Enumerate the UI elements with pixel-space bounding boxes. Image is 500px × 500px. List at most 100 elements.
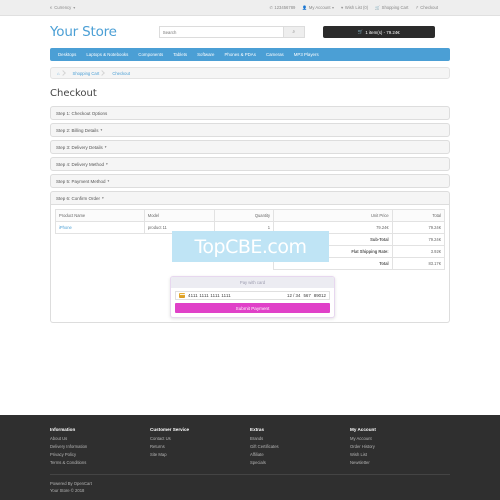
top-link-wish-list[interactable]: ♥ Wish List (0) — [341, 5, 368, 10]
currency-label: Currency — [54, 5, 72, 10]
page-title: Checkout — [50, 88, 97, 99]
footer-link-wish-list[interactable]: Wish List — [350, 452, 450, 457]
top-link-shopping-cart[interactable]: 🛒 Shopping Cart — [375, 5, 408, 10]
nav-item-desktops[interactable]: Desktops — [58, 52, 76, 57]
footer-link-privacy-policy[interactable]: Privacy Policy — [50, 452, 150, 457]
search-button[interactable]: ⌕ — [282, 26, 305, 38]
footer-link-specials[interactable]: Specials — [250, 460, 350, 465]
search-input[interactable] — [158, 26, 283, 38]
product-link[interactable]: iPhone — [59, 225, 72, 230]
col-unit-price: Unit Price — [273, 209, 393, 222]
footer-column-customer-service: Customer Service Contact Us Returns Site… — [150, 427, 250, 468]
home-icon: ⌂ — [57, 70, 60, 76]
chevron-down-icon: ▾ — [332, 5, 335, 10]
breadcrumb-checkout[interactable]: Checkout — [106, 71, 137, 76]
footer-link-terms-conditions[interactable]: Terms & Conditions — [50, 460, 150, 465]
checkout-step-6-label: Step 6: Confirm Order — [56, 195, 101, 201]
nav-item-mp3-players[interactable]: MP3 Players — [294, 52, 319, 57]
checkout-accordion: Step 1: Checkout Options Step 2: Billing… — [50, 106, 450, 205]
top-link-checkout[interactable]: ↱ Checkout — [415, 5, 438, 10]
arrow-icon: ↱ — [415, 5, 419, 10]
card-cvc-input[interactable]: 567 — [303, 293, 310, 298]
checkout-step-4-header[interactable]: Step 4: Delivery Method ▾ — [51, 158, 449, 170]
top-link-checkout-label: Checkout — [420, 5, 438, 10]
site-header: Your Store ⌕ 🛒 1 item(s) - 79.24€ — [0, 16, 500, 48]
order-table-body: iPhone product 11 1 79.24€ 79.24€ — [55, 221, 446, 234]
card-expiry-input[interactable]: 12 / 34 — [287, 293, 300, 298]
footer-link-affiliate[interactable]: Affiliate — [250, 452, 350, 457]
checkout-step-6[interactable]: Step 6: Confirm Order ▾ — [50, 191, 450, 205]
submit-payment-button[interactable]: Submit Payment — [175, 303, 330, 313]
footer-link-my-account[interactable]: My Account — [350, 436, 450, 441]
footer-link-delivery-information[interactable]: Delivery Information — [50, 444, 150, 449]
checkout-step-1-label: Step 1: Checkout Options — [56, 110, 108, 116]
top-bar: € Currency ▾ ✆ 123456789 👤 My Account ▾ … — [0, 0, 500, 16]
nav-item-components[interactable]: Components — [138, 52, 163, 57]
total-label-sub-total: Sub-Total — [273, 233, 393, 246]
footer-heading-information: Information — [50, 427, 76, 432]
totals-row-shipping: Flat Shipping Rate: 3.92€ — [56, 245, 446, 258]
footer-link-brands[interactable]: Brands — [250, 436, 350, 441]
checkout-step-5-header[interactable]: Step 5: Payment Method ▾ — [51, 175, 449, 187]
cell-total: 79.24€ — [391, 221, 446, 234]
caret-icon: ▾ — [107, 179, 110, 183]
card-zip-input[interactable]: 89012 — [314, 293, 326, 298]
nav-item-tablets[interactable]: Tablets — [173, 52, 187, 57]
checkout-step-6-header[interactable]: Step 6: Confirm Order ▾ — [51, 192, 449, 204]
footer-link-about-us[interactable]: About Us — [50, 436, 150, 441]
footer-link-gift-certificates[interactable]: Gift Certificates — [250, 444, 350, 449]
checkout-step-3-header[interactable]: Step 3: Delivery Details ▾ — [51, 141, 449, 153]
cart-total-button[interactable]: 🛒 1 item(s) - 79.24€ — [322, 26, 435, 38]
spacer-cell — [56, 258, 274, 270]
footer-bottom: Powered By OpenCart Your Store © 2018 — [50, 474, 450, 494]
cell-quantity: 1 — [213, 221, 275, 234]
nav-item-software[interactable]: Software — [197, 52, 214, 57]
cart-icon: 🛒 — [375, 5, 381, 10]
checkout-step-3-label: Step 3: Delivery Details — [56, 144, 103, 150]
card-number-input[interactable]: 4111 1111 1111 1111 — [188, 293, 284, 298]
nav-item-phones-pdas[interactable]: Phones & PDAs — [224, 52, 255, 57]
main-nav: Desktops Laptops & Notebooks Components … — [50, 48, 450, 61]
spacer-cell — [56, 234, 274, 246]
checkout-step-2-label: Step 2: Billing Details — [56, 127, 99, 133]
footer-column-my-account: My Account My Account Order History Wish… — [350, 427, 450, 468]
checkout-step-5[interactable]: Step 5: Payment Method ▾ — [50, 174, 450, 188]
checkout-step-1-header[interactable]: Step 1: Checkout Options — [51, 107, 449, 119]
nav-wrapper: Desktops Laptops & Notebooks Components … — [0, 48, 500, 61]
footer-heading-extras: Extras — [250, 427, 265, 432]
currency-selector[interactable]: € Currency ▾ — [40, 5, 75, 10]
order-table-header-row: Product Name Model Quantity Unit Price T… — [55, 209, 446, 222]
footer-link-contact-us[interactable]: Contact Us — [150, 436, 250, 441]
breadcrumb-shopping-cart[interactable]: Shopping Cart — [67, 71, 107, 76]
magnifier-icon: ⌕ — [292, 29, 296, 35]
cell-model: product 11 — [143, 221, 215, 234]
checkout-step-3[interactable]: Step 3: Delivery Details ▾ — [50, 140, 450, 154]
order-table-head: Product Name Model Quantity Unit Price T… — [55, 209, 446, 222]
cart-icon: 🛒 — [357, 29, 364, 34]
top-link-phone[interactable]: ✆ 123456789 — [270, 5, 296, 10]
nav-item-cameras[interactable]: Cameras — [266, 52, 284, 57]
copyright-text: Your Store © 2018 — [50, 487, 85, 493]
footer-link-returns[interactable]: Returns — [150, 444, 250, 449]
footer-link-newsletter[interactable]: Newsletter — [350, 460, 450, 465]
top-links: ✆ 123456789 👤 My Account ▾ ♥ Wish List (… — [270, 5, 460, 10]
footer-link-site-map[interactable]: Site Map — [150, 452, 250, 457]
total-value-shipping: 3.92€ — [391, 245, 446, 258]
checkout-step-2[interactable]: Step 2: Billing Details ▾ — [50, 123, 450, 137]
caret-icon: ▾ — [106, 162, 108, 166]
store-logo[interactable]: Your Store — [50, 24, 117, 40]
checkout-step-2-header[interactable]: Step 2: Billing Details ▾ — [51, 124, 449, 136]
main-content: Checkout Step 1: Checkout Options Step 2… — [0, 88, 500, 323]
top-link-my-account[interactable]: 👤 My Account ▾ — [302, 5, 334, 10]
order-table-foot: Sub-Total 79.24€ Flat Shipping Rate: 3.9… — [56, 233, 446, 270]
checkout-step-4[interactable]: Step 4: Delivery Method ▾ — [50, 157, 450, 171]
footer-link-order-history[interactable]: Order History — [350, 444, 450, 449]
totals-row-sub-total: Sub-Total 79.24€ — [56, 233, 446, 246]
user-icon: 👤 — [302, 5, 308, 10]
caret-icon: ▾ — [100, 128, 103, 132]
nav-item-laptops-notebooks[interactable]: Laptops & Notebooks — [86, 52, 128, 57]
total-label-total: Total — [273, 257, 393, 270]
card-details-field[interactable]: 4111 1111 1111 1111 12 / 34 567 89012 — [175, 291, 330, 300]
breadcrumb-home[interactable]: ⌂ — [57, 71, 67, 76]
checkout-step-1[interactable]: Step 1: Checkout Options — [50, 106, 450, 120]
